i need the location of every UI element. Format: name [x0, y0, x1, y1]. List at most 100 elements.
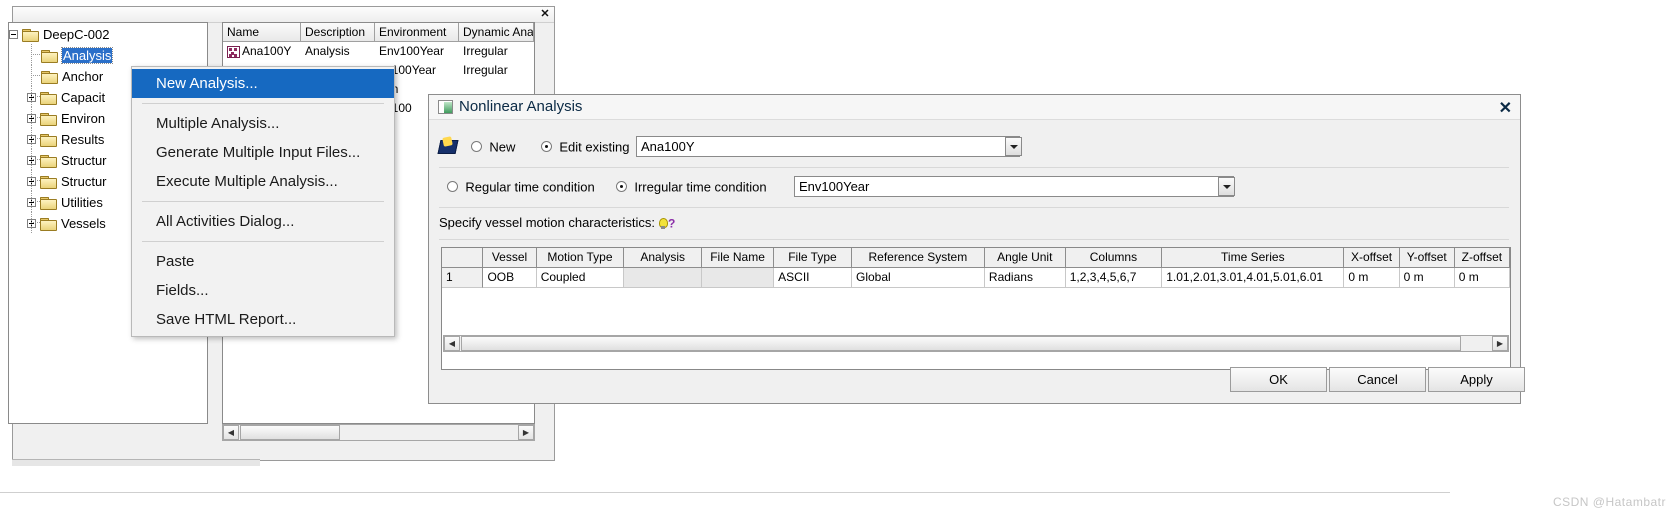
list-column-header[interactable]: Description: [301, 23, 375, 42]
tree-item-label[interactable]: Utilities: [61, 195, 103, 210]
grid-cell[interactable]: 1,2,3,4,5,6,7: [1065, 268, 1163, 288]
grid-cell[interactable]: Global: [852, 268, 985, 288]
grid-column-header[interactable]: Motion Type: [536, 248, 625, 268]
grid-cell[interactable]: Radians: [984, 268, 1066, 288]
irregular-time-radio-group[interactable]: Irregular time condition: [616, 179, 767, 194]
grid-cell[interactable]: OOB: [483, 268, 537, 288]
grid-row[interactable]: 1 OOB Coupled ASCII Global Radians 1,2,3,4,5,6…: [442, 268, 1510, 288]
tree-guide-line: [31, 138, 40, 139]
list-column-header[interactable]: Environment: [375, 23, 459, 42]
new-radio[interactable]: [471, 141, 482, 153]
list-column-header[interactable]: Name: [223, 23, 301, 42]
tree-item-label[interactable]: Results: [61, 132, 104, 147]
scroll-right-icon[interactable]: ▶: [1492, 336, 1508, 351]
nonlinear-analysis-dialog[interactable]: Nonlinear Analysis ✕ New Edit existing A…: [428, 94, 1525, 404]
tree-item-label[interactable]: DeepC-002: [43, 27, 110, 42]
close-icon[interactable]: ✕: [1499, 98, 1512, 118]
analysis-name-combo-text[interactable]: Ana100Y: [636, 136, 1020, 157]
grid-cell[interactable]: 0 m: [1344, 268, 1400, 288]
tree-item-label[interactable]: Vessels: [61, 216, 106, 231]
list-cell: Ana100Y: [223, 42, 301, 61]
folder-icon: [40, 217, 57, 232]
edit-existing-radio-label[interactable]: Edit existing: [559, 139, 629, 154]
irregular-time-radio-label[interactable]: Irregular time condition: [634, 179, 766, 194]
folder-icon: [40, 133, 57, 148]
tree-item-label[interactable]: Capacit: [61, 90, 105, 105]
analysis-context-menu[interactable]: New Analysis... Multiple Analysis... Gener…: [131, 66, 395, 337]
grid-cell[interactable]: 1: [442, 268, 484, 288]
chevron-down-icon[interactable]: [1218, 177, 1235, 196]
edit-existing-radio[interactable]: [541, 141, 552, 153]
grid-cell[interactable]: [624, 268, 703, 288]
collapse-icon[interactable]: [9, 30, 18, 40]
apply-button[interactable]: Apply: [1428, 367, 1525, 392]
tree-item-label[interactable]: Environ: [61, 111, 105, 126]
list-row[interactable]: Ana100Y Analysis Env100Year Irregular: [223, 42, 534, 61]
grid-cell[interactable]: [702, 268, 775, 288]
menu-item-paste[interactable]: Paste: [132, 247, 394, 276]
scroll-thumb[interactable]: [461, 336, 1461, 351]
menu-item-generate-multiple-input-files[interactable]: Generate Multiple Input Files...: [132, 138, 394, 167]
chevron-down-icon[interactable]: [1005, 137, 1022, 156]
lightbulb-icon: [658, 217, 669, 230]
grid-horizontal-scrollbar[interactable]: ◀ ▶: [443, 335, 1509, 352]
folder-icon: [40, 175, 57, 190]
scroll-left-icon[interactable]: ◀: [223, 425, 239, 440]
application-icon: [438, 100, 453, 114]
cancel-button[interactable]: Cancel: [1329, 367, 1426, 392]
context-menu-items: New Analysis... Multiple Analysis... Gener…: [132, 69, 394, 334]
grid-cell[interactable]: Coupled: [536, 268, 625, 288]
list-header-row: Name Description Environment Dynamic Ana: [223, 23, 534, 42]
menu-item-new-analysis[interactable]: New Analysis...: [132, 69, 394, 98]
menu-item-save-html-report[interactable]: Save HTML Report...: [132, 305, 394, 334]
watermark-text: CSDN @Hatambatr: [1552, 495, 1666, 509]
tree-item-deepc-002[interactable]: DeepC-002: [9, 23, 207, 44]
grid-column-header[interactable]: X-offset: [1344, 248, 1400, 268]
regular-time-radio-group[interactable]: Regular time condition: [447, 179, 595, 194]
grid-column-header[interactable]: Y-offset: [1399, 248, 1455, 268]
tree-item-label[interactable]: Structur: [61, 174, 107, 189]
grid-cell[interactable]: 0 m: [1454, 268, 1510, 288]
menu-item-execute-multiple-analysis[interactable]: Execute Multiple Analysis...: [132, 167, 394, 196]
grid-column-header[interactable]: Reference System: [851, 248, 985, 268]
menu-item-fields[interactable]: Fields...: [132, 276, 394, 305]
list-horizontal-scrollbar[interactable]: ◀ ▶: [222, 424, 535, 441]
regular-time-radio-label[interactable]: Regular time condition: [465, 179, 594, 194]
help-question-icon[interactable]: ?: [668, 217, 675, 231]
tree-item-label[interactable]: Structur: [61, 153, 107, 168]
grid-cell[interactable]: 0 m: [1399, 268, 1455, 288]
menu-item-all-activities-dialog[interactable]: All Activities Dialog...: [132, 207, 394, 236]
tree-item-label[interactable]: Anchor: [62, 69, 103, 84]
new-radio-label[interactable]: New: [489, 139, 515, 154]
tree-item-analysis[interactable]: Analysis: [9, 44, 207, 65]
grid-column-header[interactable]: File Type: [774, 248, 852, 268]
close-icon[interactable]: ✕: [538, 8, 552, 21]
list-column-header[interactable]: Dynamic Ana: [459, 23, 534, 42]
grid-column-header[interactable]: Columns: [1065, 248, 1163, 268]
tree-item-label[interactable]: Analysis: [60, 47, 114, 65]
grid-column-header[interactable]: [442, 248, 484, 268]
grid-column-header[interactable]: Angle Unit: [984, 248, 1066, 268]
grid-cell[interactable]: ASCII: [774, 268, 852, 288]
irregular-time-radio[interactable]: [616, 181, 627, 193]
folder-icon: [40, 112, 57, 127]
grid-column-header[interactable]: Time Series: [1162, 248, 1345, 268]
folder-icon: [41, 70, 58, 85]
list-cell: Env100Year: [379, 44, 444, 58]
menu-item-multiple-analysis[interactable]: Multiple Analysis...: [132, 109, 394, 138]
edit-existing-radio-group[interactable]: Edit existing: [541, 139, 629, 154]
grid-column-header[interactable]: Z-offset: [1454, 248, 1510, 268]
folder-icon: [41, 49, 58, 64]
grid-column-header[interactable]: Analysis: [624, 248, 703, 268]
grid-cell[interactable]: 1.01,2.01,3.01,4.01,5.01,6.01: [1162, 268, 1345, 288]
folder-icon: [40, 154, 57, 169]
new-radio-group[interactable]: New: [471, 139, 515, 154]
scroll-right-icon[interactable]: ▶: [518, 425, 534, 440]
grid-column-header[interactable]: File Name: [702, 248, 775, 268]
scroll-thumb[interactable]: [240, 425, 340, 440]
regular-time-radio[interactable]: [447, 181, 458, 193]
grid-column-header[interactable]: Vessel: [483, 248, 537, 268]
ok-button[interactable]: OK: [1230, 367, 1327, 392]
environment-combo-text[interactable]: Env100Year: [794, 176, 1234, 197]
scroll-left-icon[interactable]: ◀: [444, 336, 460, 351]
